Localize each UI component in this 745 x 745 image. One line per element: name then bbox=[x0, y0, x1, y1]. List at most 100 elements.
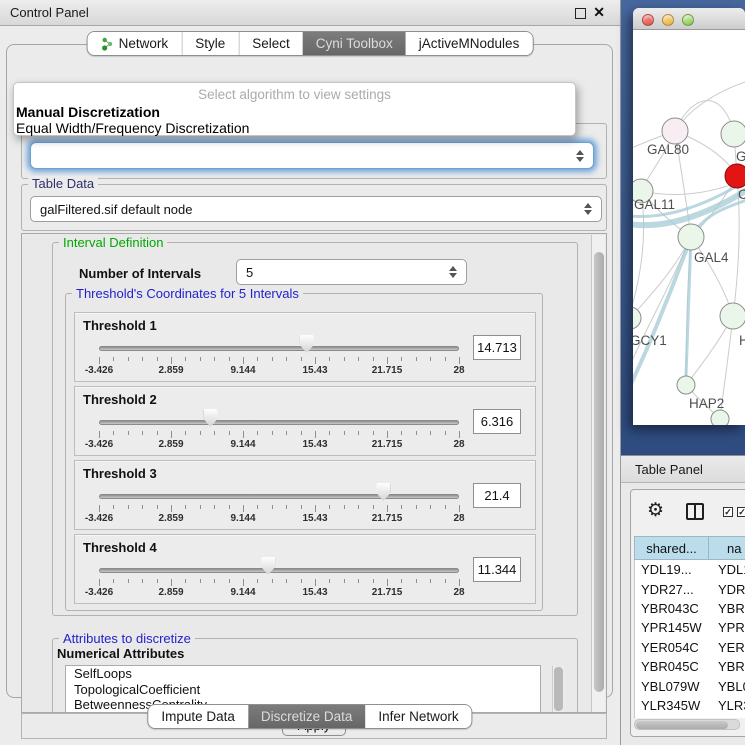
zoom-traffic-light[interactable] bbox=[682, 14, 694, 26]
float-window-icon[interactable] bbox=[575, 8, 586, 19]
gear-icon[interactable]: ⚙ bbox=[647, 499, 664, 522]
tab-discretize-data[interactable]: Discretize Data bbox=[248, 705, 366, 728]
slider-tick bbox=[157, 505, 158, 509]
table-row[interactable]: YBL079WYBL0 bbox=[635, 676, 745, 695]
slider-track[interactable] bbox=[99, 420, 459, 425]
slider-tick bbox=[128, 431, 129, 435]
slider-tick bbox=[113, 357, 114, 361]
network-node-H[interactable] bbox=[720, 303, 745, 329]
network-canvas[interactable]: GAL80GACGAL11GAL4GCY1HHAP2 bbox=[633, 30, 745, 425]
table-row[interactable]: YPR145WYPR1 bbox=[635, 618, 745, 637]
threshold-value-field[interactable] bbox=[473, 557, 521, 582]
slider-tick bbox=[445, 431, 446, 435]
close-icon[interactable]: ✕ bbox=[593, 4, 605, 21]
slider-track[interactable] bbox=[99, 568, 459, 573]
column-header-shared-name[interactable]: shared... bbox=[634, 536, 709, 560]
table-data-group-title: Table Data bbox=[28, 176, 98, 191]
tab-style[interactable]: Style bbox=[181, 32, 238, 55]
table-row[interactable]: YER054CYER0 bbox=[635, 638, 745, 657]
slider-tick-label: 21.715 bbox=[372, 439, 403, 450]
thresholds-group: Threshold's Coordinates for 5 Intervals … bbox=[65, 293, 543, 611]
panel-title: Control Panel bbox=[10, 5, 89, 20]
slider-tick bbox=[128, 505, 129, 509]
table-hscrollbar[interactable] bbox=[634, 719, 740, 730]
slider-track[interactable] bbox=[99, 494, 459, 499]
slider-tick bbox=[358, 357, 359, 361]
number-of-intervals-value: 5 bbox=[246, 265, 253, 280]
tab-cyni-toolbox[interactable]: Cyni Toolbox bbox=[303, 32, 406, 55]
cell-name: YPR1 bbox=[709, 620, 745, 635]
attribute-item-selfloops[interactable]: SelfLoops bbox=[66, 666, 540, 682]
node-table: shared... na YDL19...YDL1YDR27...YDR2YBR… bbox=[634, 536, 745, 718]
table-panel-titlebar: Table Panel bbox=[621, 455, 745, 483]
attribute-item-topologicalcoefficient[interactable]: TopologicalCoefficient bbox=[66, 682, 540, 698]
tab-jactivemnodules[interactable]: jActiveMNodules bbox=[406, 32, 533, 55]
slider-tick-label: 21.715 bbox=[372, 587, 403, 598]
attributes-scrollbar-thumb[interactable] bbox=[554, 667, 563, 711]
tab-network[interactable]: Network bbox=[88, 32, 182, 55]
slider-tick bbox=[229, 431, 230, 435]
table-data-combobox[interactable]: galFiltered.sif default node bbox=[30, 196, 602, 222]
slider-tick bbox=[171, 431, 172, 438]
slider-tick bbox=[387, 357, 388, 364]
slider-tick bbox=[257, 357, 258, 361]
settings-scrollbar-thumb[interactable] bbox=[594, 252, 604, 692]
network-node-GA[interactable] bbox=[721, 121, 745, 147]
slider-track[interactable] bbox=[99, 346, 459, 351]
slider-tick bbox=[286, 431, 287, 435]
slider-tick bbox=[99, 431, 100, 438]
attributes-scrollbar[interactable] bbox=[552, 666, 564, 713]
network-node-GCY1[interactable] bbox=[633, 307, 641, 329]
top-tabbar: NetworkStyle Select Cyni Toolbox jActiveMNo… bbox=[87, 31, 534, 56]
minimize-traffic-light[interactable] bbox=[662, 14, 674, 26]
number-of-intervals-combobox[interactable]: 5 bbox=[236, 259, 467, 285]
network-node-label: GAL11 bbox=[634, 197, 675, 212]
tab-label: Select bbox=[252, 36, 290, 51]
table-row[interactable]: YBR043CYBR0 bbox=[635, 599, 745, 618]
table-row[interactable]: YDR27...YDR2 bbox=[635, 579, 745, 598]
option-manual-discretization[interactable]: Manual Discretization bbox=[16, 104, 160, 120]
column-header-name[interactable]: na bbox=[709, 536, 745, 560]
table-row[interactable]: YDL19...YDL1 bbox=[635, 560, 745, 579]
slider-tick bbox=[243, 505, 244, 512]
network-node-partial[interactable] bbox=[711, 410, 729, 425]
settings-scrollbar[interactable] bbox=[591, 235, 605, 713]
slider-tick bbox=[401, 431, 402, 435]
slider-tick-label: 28 bbox=[453, 365, 464, 376]
slider-tick-label: 15.43 bbox=[302, 365, 327, 376]
network-node-C[interactable] bbox=[725, 164, 745, 188]
split-columns-icon[interactable] bbox=[686, 503, 704, 520]
network-node-HAP2[interactable] bbox=[677, 376, 695, 394]
threshold-panel-2: Threshold 2-3.4262.8599.14415.4321.71528 bbox=[74, 386, 536, 456]
attributes-group: Attributes to discretize Numerical Attri… bbox=[52, 638, 578, 713]
threshold-value-field[interactable] bbox=[473, 335, 521, 360]
option-equal-width-frequency[interactable]: Equal Width/Frequency Discretization bbox=[16, 120, 249, 136]
tab-select[interactable]: Select bbox=[238, 32, 303, 55]
checkbox-icon[interactable]: ✓ bbox=[723, 507, 733, 517]
slider-tick bbox=[401, 357, 402, 361]
algorithm-combobox[interactable] bbox=[30, 142, 594, 169]
network-node-GAL4[interactable] bbox=[678, 224, 704, 250]
slider-tick-label: 15.43 bbox=[302, 513, 327, 524]
cell-name: YBR0 bbox=[709, 601, 745, 616]
table-row[interactable]: YIL052CYIL0 bbox=[635, 715, 745, 718]
network-node-GAL80[interactable] bbox=[662, 118, 688, 144]
table-row[interactable]: YBR045CYBR0 bbox=[635, 657, 745, 676]
slider-tick-label: 2.859 bbox=[158, 365, 183, 376]
network-node-label: GCY1 bbox=[633, 333, 667, 348]
tab-infer-network[interactable]: Infer Network bbox=[365, 705, 471, 728]
network-window-titlebar[interactable] bbox=[633, 8, 745, 30]
table-hscrollbar-thumb[interactable] bbox=[636, 721, 728, 730]
slider-tick bbox=[257, 505, 258, 509]
tab-label: jActiveMNodules bbox=[419, 36, 520, 51]
table-rows: YDL19...YDL1YDR27...YDR2YBR043CYBR0YPR14… bbox=[634, 560, 745, 718]
checkbox-icon[interactable]: ✓ bbox=[737, 507, 745, 517]
cell-name: YDL1 bbox=[709, 562, 745, 577]
slider-tick bbox=[416, 357, 417, 361]
tab-impute-data[interactable]: Impute Data bbox=[148, 705, 248, 728]
threshold-value-field[interactable] bbox=[473, 409, 521, 434]
close-traffic-light[interactable] bbox=[642, 14, 654, 26]
slider-tick bbox=[430, 579, 431, 583]
table-row[interactable]: YLR345WYLR3 bbox=[635, 696, 745, 715]
threshold-value-field[interactable] bbox=[473, 483, 521, 508]
